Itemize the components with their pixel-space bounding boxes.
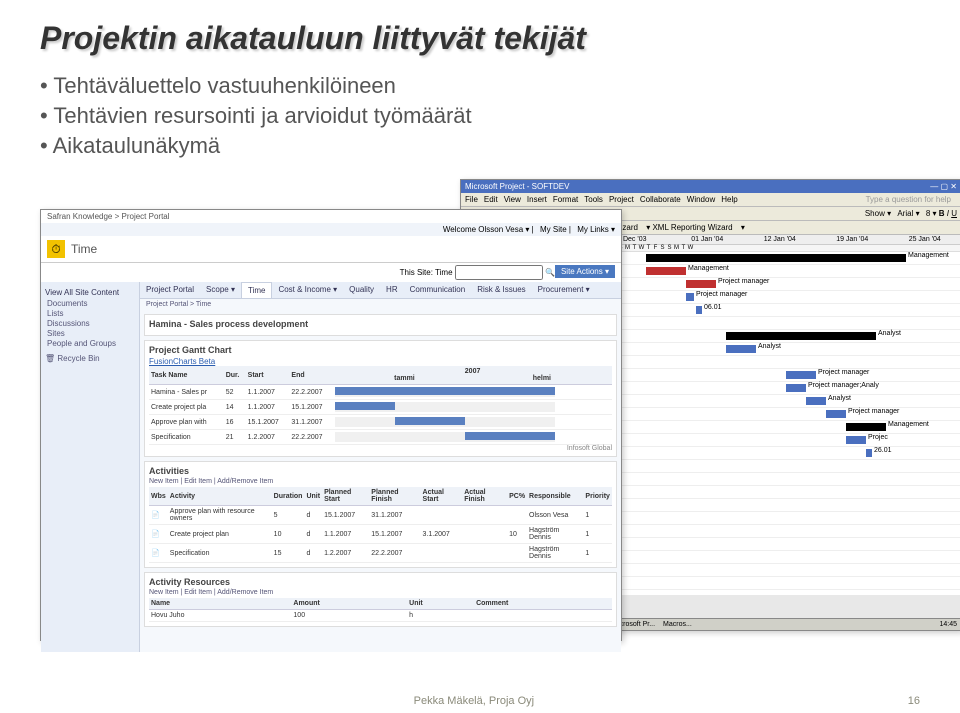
- recycle-bin[interactable]: 🗑 Recycle Bin: [45, 354, 135, 363]
- footer-page: 16: [908, 695, 920, 707]
- search-input[interactable]: [455, 265, 543, 280]
- window-title: Microsoft Project - SOFTDEV: [465, 182, 569, 191]
- bullet-item: Aikataulunäkymä: [40, 133, 920, 159]
- welcome-user[interactable]: Welcome Olsson Vesa ▾: [443, 225, 530, 234]
- search-icon[interactable]: 🔍: [545, 268, 555, 277]
- bullet-item: Tehtävien resursointi ja arvioidut työmä…: [40, 103, 920, 129]
- activities-toolbar[interactable]: New Item | Edit Item | Add/Remove Item: [149, 478, 612, 485]
- resources-toolbar[interactable]: New Item | Edit Item | Add/Remove Item: [149, 589, 612, 596]
- page-title: Time: [71, 242, 97, 256]
- resources-table: NameAmountUnitComment Hovu Juho100h: [149, 598, 612, 622]
- sidebar-item[interactable]: Sites: [47, 329, 135, 338]
- tab: Project Portal: [140, 282, 200, 298]
- sidebar-viewall[interactable]: View All Site Content: [45, 288, 135, 297]
- help-prompt[interactable]: Type a question for help: [866, 195, 951, 204]
- sidebar: View All Site Content Documents Lists Di…: [41, 282, 140, 652]
- section-header: Activities: [149, 466, 612, 476]
- time-icon: ⏱: [47, 240, 65, 258]
- footer-author: Pekka Mäkelä, Proja Oyj: [414, 695, 534, 707]
- tab: Risk & Issues: [471, 282, 531, 298]
- section-header: Hamina - Sales process development: [149, 319, 612, 329]
- tab: Communication: [404, 282, 472, 298]
- gantt-table: Task NameDur.StartEnd 2007 tammihelmi Ha…: [149, 366, 612, 445]
- taskbar-clock: 14:45: [939, 621, 957, 628]
- activities-table: WbsActivityDurationUnitPlanned StartPlan…: [149, 487, 612, 563]
- tab: Quality: [343, 282, 380, 298]
- tab-active: Time: [241, 282, 272, 298]
- sidebar-item[interactable]: Discussions: [47, 319, 135, 328]
- fusioncharts-link[interactable]: FusionCharts Beta: [149, 357, 612, 366]
- section-header: Project Gantt Chart: [149, 345, 612, 355]
- sidebar-item[interactable]: Documents: [47, 299, 135, 308]
- sidebar-item[interactable]: People and Groups: [47, 339, 135, 348]
- breadcrumb[interactable]: Safran Knowledge > Project Portal: [41, 210, 621, 223]
- bullet-item: Tehtäväluettelo vastuuhenkilöineen: [40, 73, 920, 99]
- sidebar-item[interactable]: Lists: [47, 309, 135, 318]
- mylinks[interactable]: My Links ▾: [577, 225, 615, 234]
- section-header: Activity Resources: [149, 577, 612, 587]
- tabstrip[interactable]: Project Portal Scope ▾ Time Cost & Incom…: [140, 282, 621, 299]
- tab: Scope ▾: [200, 282, 241, 298]
- screenshot-sharepoint: Safran Knowledge > Project Portal Welcom…: [40, 209, 622, 641]
- bullet-list: Tehtäväluettelo vastuuhenkilöineen Tehtä…: [40, 73, 920, 159]
- tab: HR: [380, 282, 404, 298]
- window-controls[interactable]: — ▢ ✕: [930, 182, 957, 191]
- menubar[interactable]: FileEditViewInsertFormatToolsProjectColl…: [461, 193, 960, 207]
- slide-title: Projektin aikatauluun liittyvät tekijät: [40, 20, 920, 57]
- format-toolbar[interactable]: Show ▾ Arial ▾ 8 ▾ B I U: [861, 209, 957, 218]
- sub-breadcrumb: Project Portal > Time: [140, 299, 621, 310]
- mysite-link[interactable]: My Site: [540, 225, 567, 234]
- tab: Cost & Income ▾: [272, 282, 343, 298]
- gantt-footer: Infosoft Global: [149, 445, 612, 452]
- site-actions[interactable]: Site Actions ▾: [555, 265, 615, 278]
- search-scope[interactable]: This Site: Time: [400, 268, 453, 277]
- tab: Procurement ▾: [532, 282, 596, 298]
